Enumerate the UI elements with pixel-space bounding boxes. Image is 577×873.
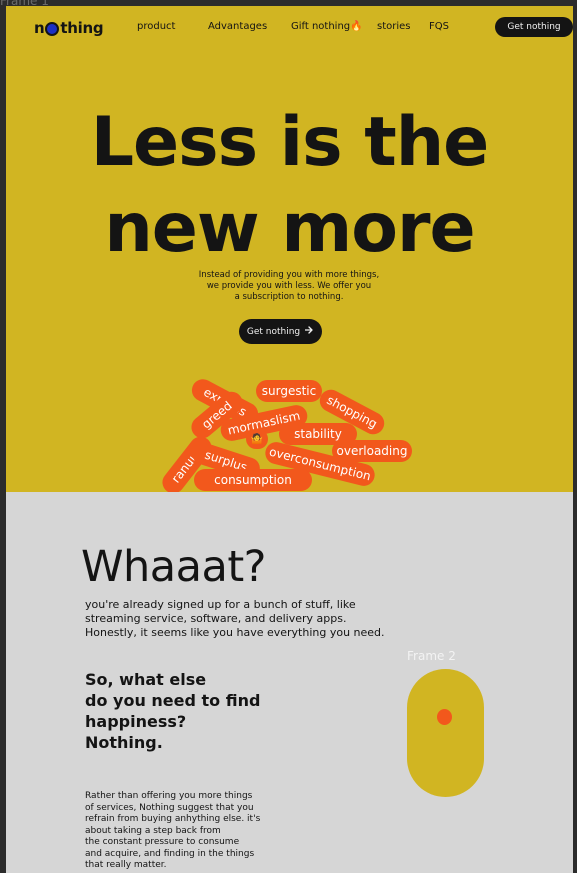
nav-link-gift-nothing[interactable]: Gift nothing🔥 [291,21,363,32]
get-nothing-hero-button[interactable]: Get nothing [239,319,322,344]
capsule-dot [437,709,452,725]
whaaat-section: Whaaat? you're already signed up for a b… [6,492,573,873]
arrow-right-icon [304,326,314,337]
body-line-1: Rather than offering you more things [85,791,253,801]
question-heading: So, what else do you need to find happin… [85,669,260,753]
headline-line-1: Less is the [90,103,490,182]
body-paragraph: Rather than offering you more things of … [85,791,275,872]
intro-line-2: streaming service, software, and deliver… [85,612,347,625]
body-line-3: refrain from buying anhything else. it's [85,814,261,824]
headline-line-2: new more [104,189,475,268]
get-nothing-nav-button[interactable]: Get nothing [495,17,573,37]
nav-link-advantages[interactable]: Advantages [208,21,267,32]
body-line-5: the constant pressure to consume [85,837,240,847]
shrug-emoji-tag: 🤷 [246,429,268,449]
tag-surgestic: surgestic [256,380,322,402]
hero-headline: Less is the new more [6,100,573,272]
frame-1: n thing product Advantages Gift nothing🔥… [6,6,573,873]
question-line-1: So, what else [85,670,207,689]
intro-line-1: you're already signed up for a bunch of … [85,598,356,611]
intro-line-3: Honestly, it seems like you have everyth… [85,626,385,639]
question-line-2: do you need to find [85,691,261,710]
tag-consumption: consumption [194,469,312,491]
intro-paragraph: you're already signed up for a bunch of … [85,598,395,640]
top-nav: n thing product Advantages Gift nothing🔥… [6,6,573,50]
hero-subtext: Instead of providing you with more thing… [169,270,409,303]
capsule-graphic [407,669,484,797]
hero-cta-label: Get nothing [246,326,301,337]
logo-dot-icon [45,22,60,36]
subtext-line-2: we provide you with less. We offer you [206,281,372,291]
subtext-line-1: Instead of providing you with more thing… [198,270,380,280]
subtext-line-3: a subscription to nothing. [234,292,344,302]
hero-section: n thing product Advantages Gift nothing🔥… [6,6,573,492]
body-line-4: about taking a step back from [85,825,221,836]
frame-2-label: Frame 2 [407,649,456,663]
body-line-6: and acquire, and finding in the things [85,848,255,859]
body-line-2: of services, Nothing suggest that you [85,802,254,813]
question-line-4: Nothing. [85,733,163,752]
nav-link-stories[interactable]: stories [377,21,411,32]
nav-link-fqs[interactable]: FQS [429,21,449,32]
question-line-3: happiness? [85,712,187,731]
logo-prefix: n [34,19,45,37]
nav-link-product[interactable]: product [137,21,175,32]
body-line-7: that really matter. [85,860,167,870]
section-title: Whaaat? [81,542,267,592]
logo-suffix: thing [60,19,104,37]
logo[interactable]: n thing [34,19,104,37]
